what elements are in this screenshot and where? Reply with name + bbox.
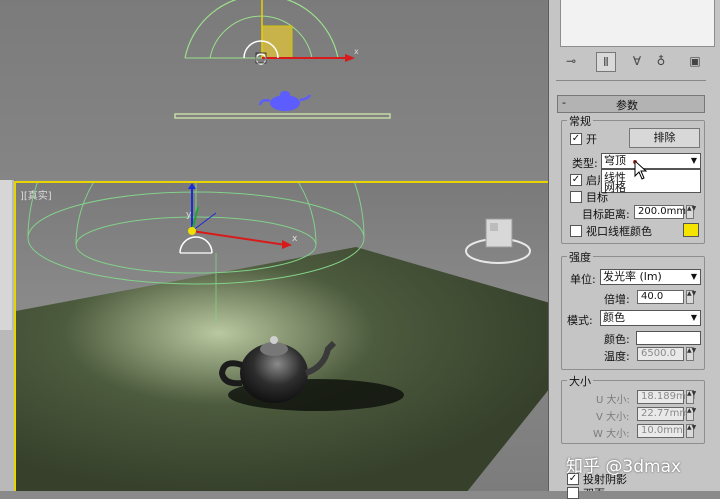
mode-dropdown-value: 颜色 [603, 311, 625, 324]
gizmo-center [188, 227, 196, 235]
chevron-down-icon: ▼ [690, 156, 697, 165]
gizmo-x-arrow-persp [282, 240, 292, 249]
enable-checkbox[interactable]: ✓ [570, 174, 582, 186]
v-size-spinner[interactable]: ▲▼ [686, 407, 696, 421]
group-intensity-title: 强度 [567, 249, 593, 265]
light-dome-inner [209, 15, 313, 59]
viewport-top[interactable]: x [0, 0, 548, 180]
mode-dropdown[interactable]: 颜色 ▼ [600, 310, 701, 326]
multiplier-label: 倍增: [604, 293, 630, 306]
type-dropdown[interactable]: 穹顶 ▼ [601, 153, 701, 169]
viewport-wire-color-checkbox[interactable] [570, 225, 582, 237]
rollout-collapse-icon: - [562, 96, 566, 109]
target-checkbox[interactable] [570, 191, 582, 203]
double-sided-label: 双面 [583, 485, 605, 491]
rollout-header-parameters[interactable]: - 参数 [557, 95, 705, 113]
viewport-perspective-scene: x y [16, 183, 548, 491]
toolbar-divider [556, 80, 706, 81]
v-size-label: V 大小: [596, 412, 630, 423]
teapot-handle [258, 98, 271, 106]
viewcube-face-mark [490, 223, 498, 231]
w-size-spinner[interactable]: ▲▼ [686, 424, 696, 438]
temperature-field[interactable]: 6500.0 [637, 347, 684, 361]
type-dropdown-value: 穹顶 [604, 154, 626, 167]
fork-icon[interactable]: ∀ [628, 52, 646, 70]
on-checkbox[interactable]: ✓ [570, 133, 582, 145]
temperature-spinner[interactable]: ▲▼ [686, 347, 696, 361]
gizmo-x-axis-persp [191, 230, 287, 246]
w-size-label: W 大小: [593, 429, 630, 440]
chevron-down-icon: ▼ [690, 272, 697, 281]
target-distance-label: 目标距离: [582, 208, 630, 221]
u-size-label: U 大小: [596, 395, 630, 406]
target-distance-field[interactable]: 200.0mm [634, 205, 686, 219]
color-label: 颜色: [604, 333, 630, 346]
watermark: 知乎 @3dmax [566, 457, 682, 477]
multiplier-spinner[interactable]: ▲▼ [686, 290, 696, 304]
mode-label: 模式: [567, 314, 593, 327]
v-size-field[interactable]: 22.77mm [637, 407, 689, 421]
unit-dropdown[interactable]: 发光率 (lm) ▼ [600, 269, 701, 285]
pin-icon[interactable]: ⊸ [562, 52, 580, 70]
axis-x-label-persp: x [292, 234, 298, 244]
object-list-area[interactable] [560, 0, 715, 47]
pipe-icon[interactable]: Ⅱ [596, 52, 616, 72]
teapot-top-view[interactable] [270, 95, 300, 111]
ground-plane-top-view[interactable] [174, 113, 391, 119]
viewport-wire-color-label: 视口线框颜色 [586, 225, 652, 238]
exclude-button[interactable]: 排除 [629, 128, 700, 148]
teapot-lid [280, 91, 290, 97]
teapot-spout [299, 94, 312, 102]
gizmo-z-arrow [188, 183, 196, 189]
rollout-title: 参数 [616, 99, 638, 112]
temperature-label: 温度: [604, 350, 630, 363]
type-label: 类型: [572, 157, 598, 170]
axis-y-label-persp: y [186, 210, 192, 220]
color-swatch[interactable] [636, 331, 701, 345]
config-icon[interactable]: ▣ [686, 52, 704, 70]
enable-label: 启用 [586, 174, 600, 187]
teapot-lid-persp [260, 342, 288, 356]
unit-label: 单位: [570, 273, 596, 286]
viewport-top-scene: x [174, 0, 391, 119]
multiplier-field[interactable]: 40.0 [637, 290, 684, 304]
group-size-title: 大小 [567, 373, 593, 389]
target-label: 目标 [586, 191, 608, 204]
viewport-perspective[interactable]: ][真实] x y [14, 181, 548, 491]
viewcube[interactable] [485, 218, 513, 248]
type-dropdown-list: 线性 网格 [601, 169, 701, 194]
unit-dropdown-value: 发光率 (lm) [603, 270, 662, 283]
w-size-field[interactable]: 10.0mm [637, 424, 684, 438]
axis-x-label: x [354, 47, 359, 56]
chevron-down-icon: ▼ [690, 313, 697, 322]
u-size-field[interactable]: 18.189mm [637, 390, 695, 404]
mouse-cursor-icon [634, 160, 648, 180]
lock-icon[interactable]: ♁ [652, 52, 670, 70]
viewport-wire-color-swatch[interactable] [683, 223, 699, 237]
u-size-spinner[interactable]: ▲▼ [686, 390, 696, 404]
double-sided-checkbox[interactable] [567, 487, 579, 499]
target-distance-spinner[interactable]: ▲▼ [686, 205, 696, 219]
on-label: 开 [586, 133, 597, 146]
light-icon-persp[interactable] [179, 236, 213, 254]
group-general-title: 常规 [567, 113, 593, 129]
teapot-knob [270, 336, 278, 344]
